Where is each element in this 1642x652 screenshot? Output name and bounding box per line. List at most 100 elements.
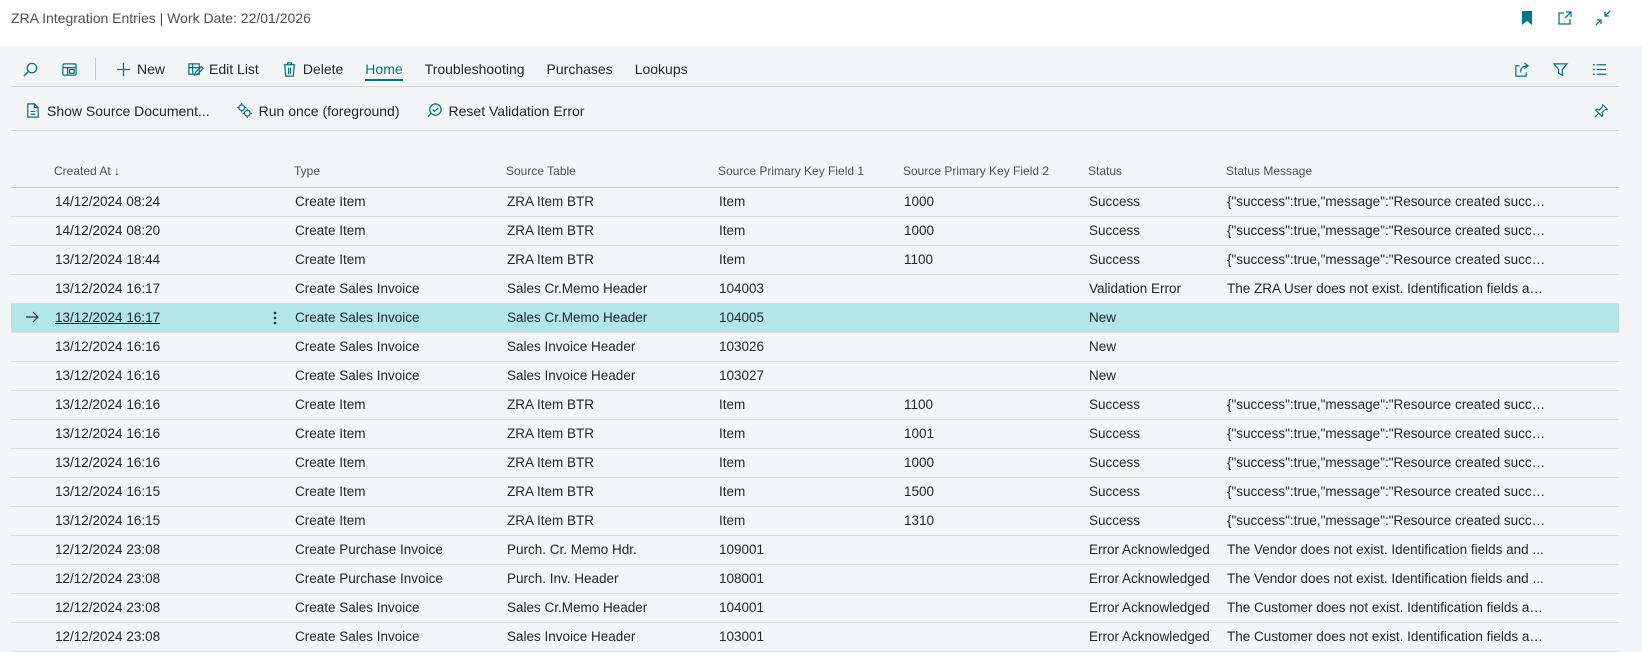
table-row[interactable]: 13/12/2024 16:16 Create Sales Invoice Sale…: [11, 362, 1619, 391]
cell-type: Create Purchase Invoice: [295, 542, 443, 557]
list-view-button[interactable]: [1580, 54, 1619, 84]
cell-source-table: Sales Invoice Header: [507, 368, 636, 383]
search-button[interactable]: [11, 54, 50, 84]
list-view-icon: [1592, 63, 1607, 75]
cell-status: Success: [1089, 484, 1141, 499]
cell-key-field-1: 103001: [719, 629, 765, 644]
column-header-source-table[interactable]: Source Table: [506, 164, 576, 178]
cell-type: Create Item: [295, 455, 366, 470]
cell-source-table: ZRA Item BTR: [507, 426, 595, 441]
cell-status: Error Acknowledged: [1089, 600, 1210, 615]
table-row[interactable]: 13/12/2024 16:17 Create Sales Invoice Sale…: [11, 304, 1619, 333]
cell-created-at[interactable]: 13/12/2024 16:17: [55, 310, 160, 325]
cell-key-field-2: 1100: [904, 397, 934, 412]
cell-key-field-1: 109001: [719, 542, 765, 557]
cell-key-field-1: 103026: [719, 339, 765, 354]
cell-created-at[interactable]: 12/12/2024 23:08: [55, 600, 160, 615]
run-once-button[interactable]: Run once (foreground): [223, 102, 413, 119]
show-source-document-button[interactable]: Show Source Document...: [11, 102, 223, 119]
cell-created-at[interactable]: 13/12/2024 16:16: [55, 397, 160, 412]
cell-status: Success: [1089, 223, 1141, 238]
table-row[interactable]: 12/12/2024 23:08 Create Sales Invoice Sale…: [11, 623, 1619, 652]
cell-type: Create Item: [295, 484, 366, 499]
column-header-key-field-1[interactable]: Source Primary Key Field 1: [718, 164, 864, 178]
cell-created-at[interactable]: 13/12/2024 16:15: [55, 484, 160, 499]
table-row[interactable]: 12/12/2024 23:08 Create Sales Invoice Sale…: [11, 594, 1619, 623]
cell-type: Create Item: [295, 426, 366, 441]
tab-lookups-label: Lookups: [634, 61, 688, 77]
layout-button[interactable]: [50, 54, 89, 84]
cell-key-field-1: 104005: [719, 310, 765, 325]
edit-list-button[interactable]: Edit List: [176, 54, 270, 84]
show-source-label: Show Source Document...: [47, 102, 210, 119]
filter-button[interactable]: [1541, 54, 1580, 84]
cell-created-at[interactable]: 13/12/2024 16:16: [55, 455, 160, 470]
cell-created-at[interactable]: 13/12/2024 16:16: [55, 426, 160, 441]
share-button[interactable]: [1502, 54, 1541, 84]
cell-key-field-2: 1000: [904, 223, 935, 238]
cell-key-field-2: 1001: [904, 426, 935, 441]
cell-key-field-1: Item: [719, 252, 746, 267]
tab-lookups[interactable]: Lookups: [624, 54, 699, 84]
table-row[interactable]: 13/12/2024 16:17 Create Sales Invoice Sale…: [11, 275, 1619, 304]
trash-icon: [283, 61, 295, 77]
table-row[interactable]: 12/12/2024 23:08 Create Purchase Invoice P…: [11, 536, 1619, 565]
column-header-status[interactable]: Status: [1088, 164, 1122, 178]
filter-icon: [1552, 62, 1569, 76]
cell-source-table: ZRA Item BTR: [507, 397, 595, 412]
cell-status: Success: [1089, 513, 1141, 528]
table-row[interactable]: 13/12/2024 18:44 Create Item ZRA Item BTR I…: [11, 246, 1619, 275]
cell-status-message: The ZRA User does not exist. Identificat…: [1227, 281, 1547, 296]
table-row[interactable]: 13/12/2024 16:16 Create Item ZRA Item BTR I…: [11, 449, 1619, 478]
cell-source-table: Sales Cr.Memo Header: [507, 600, 648, 615]
cell-created-at[interactable]: 12/12/2024 23:08: [55, 629, 160, 644]
cell-status: Success: [1089, 252, 1141, 267]
tab-purchases[interactable]: Purchases: [536, 54, 624, 84]
column-header-status-message[interactable]: Status Message: [1226, 164, 1312, 178]
reset-validation-label: Reset Validation Error: [448, 102, 585, 119]
tab-troubleshooting[interactable]: Troubleshooting: [414, 54, 536, 84]
cell-created-at[interactable]: 12/12/2024 23:08: [55, 571, 160, 586]
cell-status: New: [1089, 310, 1117, 325]
table-row[interactable]: 14/12/2024 08:20 Create Item ZRA Item BTR I…: [11, 217, 1619, 246]
cell-status: Error Acknowledged: [1089, 571, 1210, 586]
delete-button[interactable]: Delete: [270, 54, 354, 84]
cell-key-field-1: Item: [719, 397, 746, 412]
column-header-type[interactable]: Type: [294, 164, 320, 178]
table-row[interactable]: 12/12/2024 23:08 Create Purchase Invoice P…: [11, 565, 1619, 594]
cell-status-message: The Customer does not exist. Identificat…: [1227, 629, 1547, 644]
cell-status: Success: [1089, 194, 1141, 209]
column-header-key-field-2[interactable]: Source Primary Key Field 2: [903, 164, 1049, 178]
cell-created-at[interactable]: 13/12/2024 16:16: [55, 368, 160, 383]
open-new-window-icon[interactable]: [1550, 6, 1580, 30]
table-row[interactable]: 13/12/2024 16:15 Create Item ZRA Item BTR I…: [11, 478, 1619, 507]
pin-icon[interactable]: [1591, 101, 1611, 121]
table-row[interactable]: 14/12/2024 08:24 Create Item ZRA Item BTR I…: [11, 188, 1619, 217]
reset-validation-error-button[interactable]: Reset Validation Error: [413, 102, 598, 119]
cell-key-field-1: 104001: [719, 600, 765, 615]
cell-created-at[interactable]: 14/12/2024 08:20: [55, 223, 160, 238]
cell-created-at[interactable]: 13/12/2024 18:44: [55, 252, 160, 267]
cell-created-at[interactable]: 13/12/2024 16:16: [55, 339, 160, 354]
bookmark-icon[interactable]: [1512, 6, 1542, 30]
cell-created-at[interactable]: 13/12/2024 16:17: [55, 281, 160, 296]
more-options-icon[interactable]: [273, 310, 277, 326]
new-button[interactable]: New: [104, 54, 176, 84]
tab-troubleshooting-label: Troubleshooting: [424, 61, 525, 77]
collapse-icon[interactable]: [1588, 6, 1618, 30]
cell-status-message: {"success":true,"message":"Resource crea…: [1227, 455, 1547, 470]
cell-key-field-1: Item: [719, 223, 746, 238]
cell-created-at[interactable]: 13/12/2024 16:15: [55, 513, 160, 528]
entries-table: Created At ↓ Type Source Table Source Pr…: [11, 157, 1619, 652]
cell-key-field-1: Item: [719, 513, 746, 528]
cell-created-at[interactable]: 14/12/2024 08:24: [55, 194, 160, 209]
table-row[interactable]: 13/12/2024 16:15 Create Item ZRA Item BTR I…: [11, 507, 1619, 536]
table-row[interactable]: 13/12/2024 16:16 Create Sales Invoice Sale…: [11, 333, 1619, 362]
cell-created-at[interactable]: 12/12/2024 23:08: [55, 542, 160, 557]
cell-key-field-2: 1500: [904, 484, 935, 499]
table-row[interactable]: 13/12/2024 16:16 Create Item ZRA Item BTR I…: [11, 420, 1619, 449]
cell-type: Create Item: [295, 513, 366, 528]
tab-home[interactable]: Home: [354, 54, 413, 84]
column-header-created-at[interactable]: Created At ↓: [54, 164, 120, 178]
table-row[interactable]: 13/12/2024 16:16 Create Item ZRA Item BTR I…: [11, 391, 1619, 420]
